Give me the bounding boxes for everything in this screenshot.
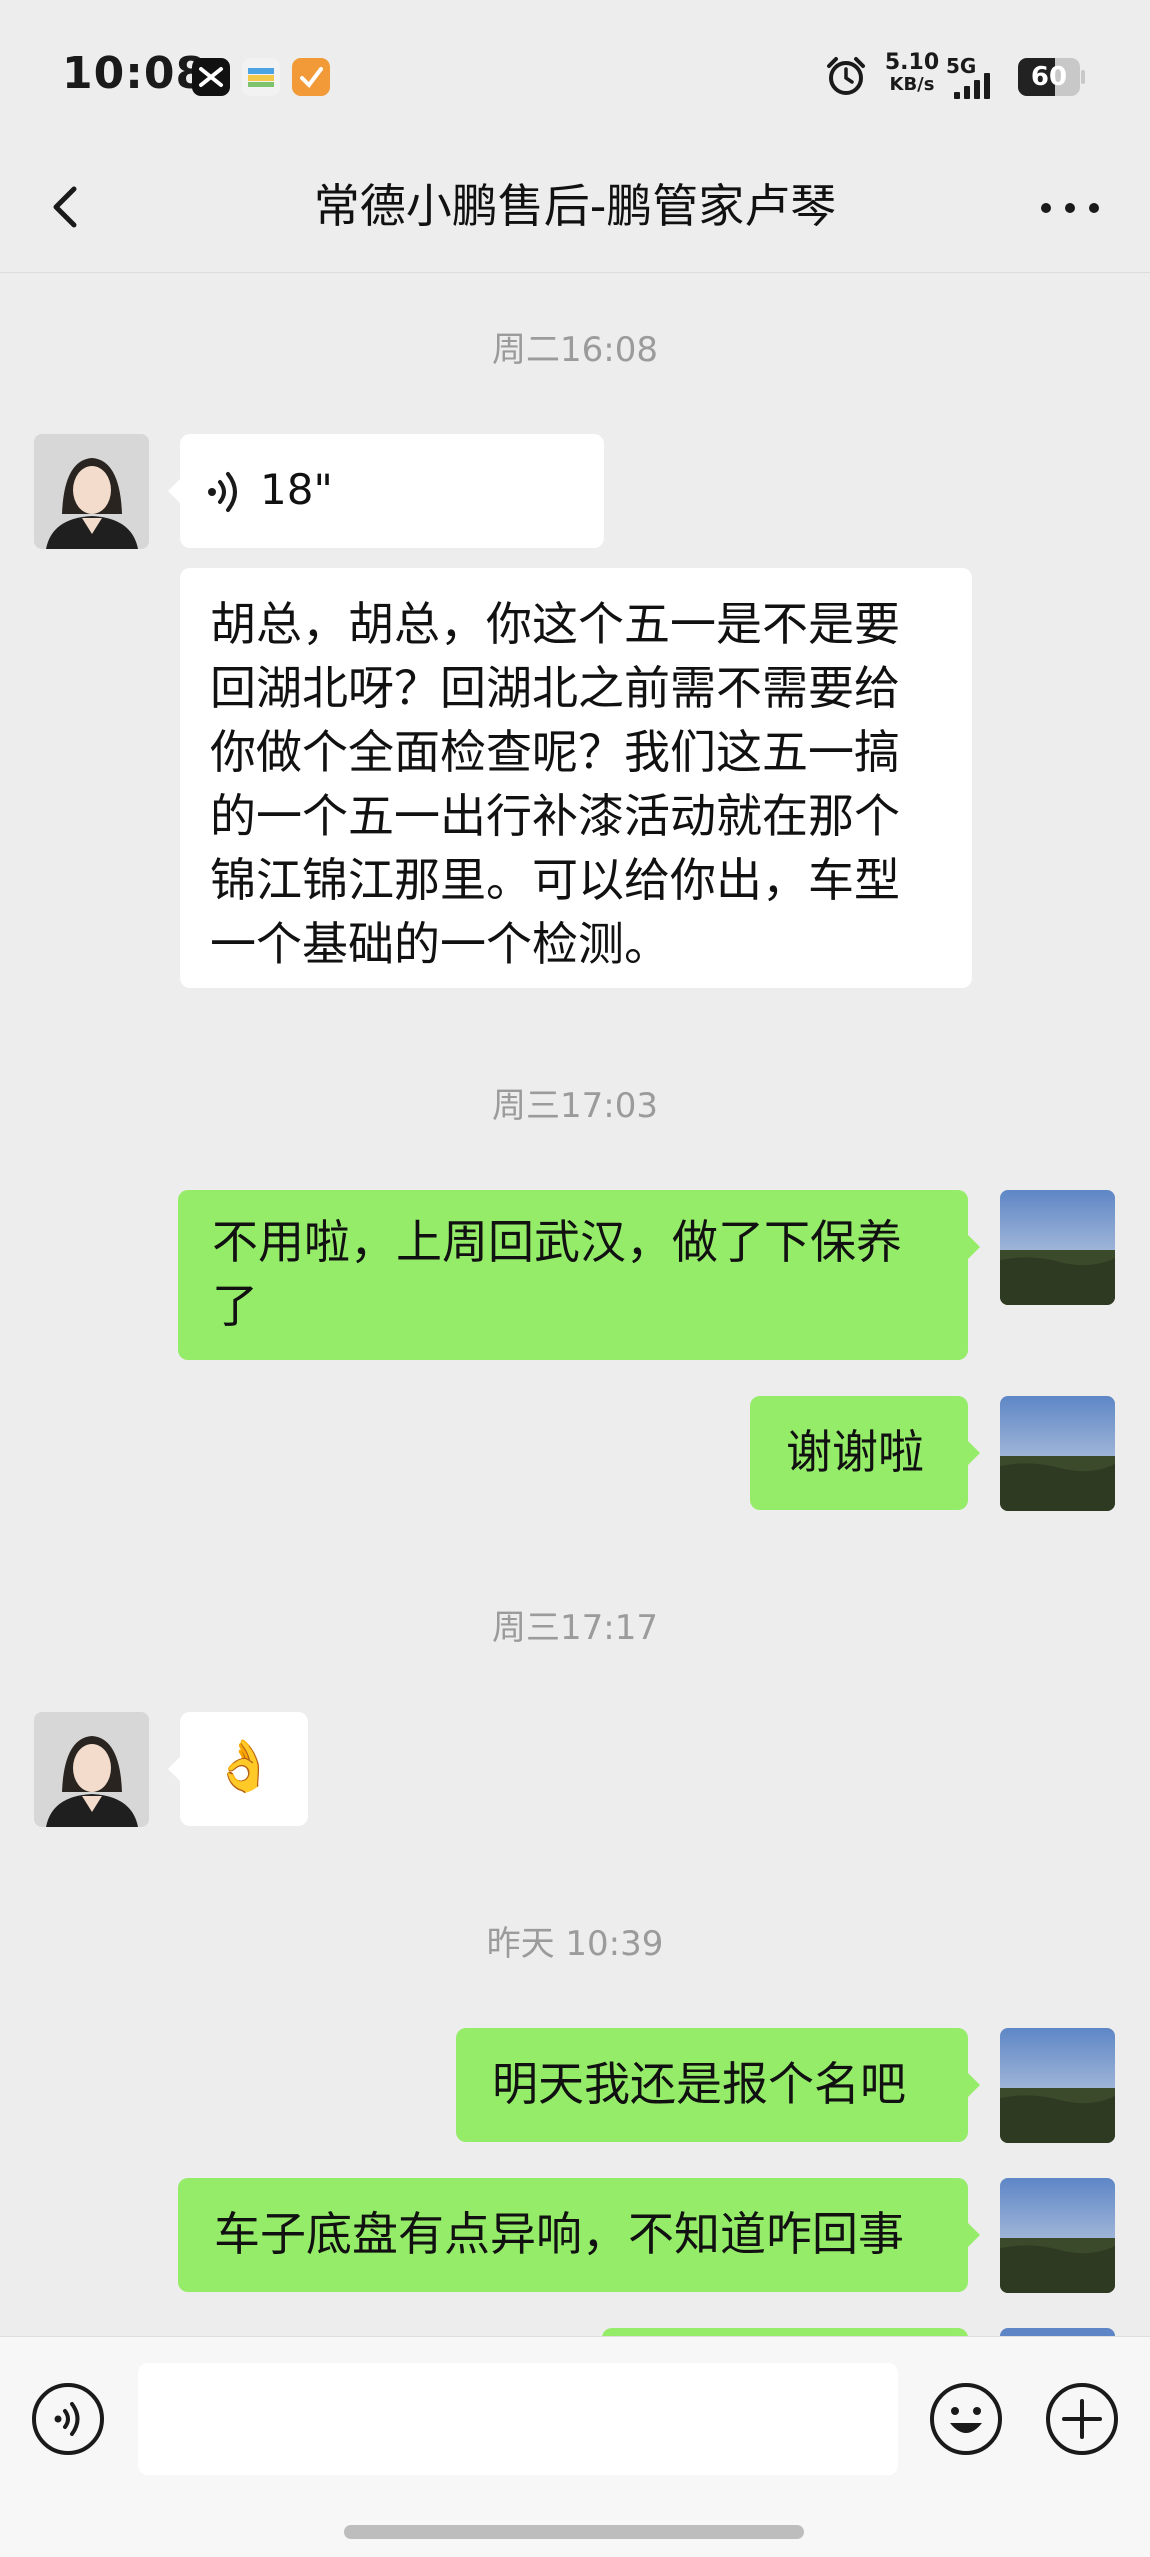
more-button[interactable] [1030, 178, 1110, 238]
status-bar: 10:08 5.10 KB/s 5G 60 [0, 0, 1150, 150]
plus-icon [1046, 2383, 1118, 2455]
more-dots-icon [1041, 203, 1099, 213]
battery-icon: 60 [1018, 58, 1086, 96]
message-text: 不用啦，上周回武汉，做了下保养了 [212, 1215, 902, 1333]
message-bubble[interactable]: 不用啦，上周回武汉，做了下保养了 [178, 1190, 980, 1360]
taobao-icon [292, 58, 330, 96]
my-avatar[interactable] [1000, 1396, 1115, 1511]
emoji-icon [930, 2383, 1002, 2455]
my-avatar[interactable] [1000, 2178, 1115, 2293]
message-text: 谢谢啦 [786, 1425, 924, 1479]
chat-header: 常德小鹏售后-鹏管家卢琴 [0, 150, 1150, 273]
my-avatar[interactable] [1000, 2328, 1115, 2336]
signal-icon [950, 66, 1006, 100]
message-bubble[interactable]: 👌 [168, 1712, 308, 1826]
message-text: 明天我还是报个名吧 [492, 2057, 906, 2111]
message-text: 车子底盘有点异响，不知道咋回事 [214, 2207, 904, 2261]
voice-duration: 18" [260, 465, 333, 514]
message-text: 胡总，胡总，你这个五一是不是要回湖北呀？回湖北之前需不需要给你做个全面检查呢？我… [210, 597, 900, 971]
timestamp: 周二16:08 [492, 330, 658, 370]
my-avatar[interactable] [1000, 1190, 1115, 1305]
my-avatar[interactable] [1000, 2028, 1115, 2143]
status-time: 10:08 [62, 48, 208, 99]
battery-level: 60 [1030, 62, 1068, 92]
message-bubble[interactable]: 车子底盘有点异响，不知道咋回事 [178, 2178, 980, 2292]
timestamp: 周三17:03 [492, 1086, 658, 1126]
message-input[interactable] [138, 2363, 898, 2475]
alarm-icon [824, 54, 868, 98]
chat-title: 常德小鹏售后-鹏管家卢琴 [313, 179, 837, 233]
message-bubble[interactable]: 胡总，胡总，你这个五一是不是要回湖北呀？回湖北之前需不需要给你做个全面检查呢？我… [180, 568, 972, 988]
voice-input-button[interactable] [30, 2381, 106, 2457]
chevron-left-icon [53, 186, 77, 228]
timestamp: 周三17:17 [492, 1608, 658, 1648]
ok-hand-emoji: 👌 [212, 1737, 276, 1795]
network-speed: 5.10 KB/s [882, 52, 942, 96]
speed-value: 5.10 [884, 50, 940, 75]
message-bubble[interactable]: 明天我还是报个名吧 [456, 2028, 980, 2142]
message-bubble[interactable]: 谢谢啦 [750, 1396, 980, 1510]
contact-avatar[interactable] [34, 1712, 149, 1827]
speed-unit: KB/s [889, 74, 935, 95]
voice-wave-icon [208, 472, 237, 512]
home-indicator[interactable] [344, 2525, 804, 2539]
capcut-icon [192, 58, 230, 96]
message-list[interactable]: 周二16:08 18" 胡总，胡总，你这个五一是不是要回湖北呀？回湖北之前需不需… [0, 272, 1150, 2336]
voice-input-icon [32, 2383, 104, 2455]
voice-message[interactable]: 18" [168, 434, 604, 548]
more-functions-button[interactable] [1044, 2381, 1120, 2457]
input-bar [0, 2336, 1150, 2557]
wallet-icon [242, 58, 280, 96]
message-bubble-partial[interactable] [602, 2328, 968, 2336]
contact-avatar[interactable] [34, 434, 149, 549]
back-button[interactable] [36, 172, 106, 242]
timestamp: 昨天 10:39 [486, 1924, 664, 1964]
emoji-button[interactable] [928, 2381, 1004, 2457]
